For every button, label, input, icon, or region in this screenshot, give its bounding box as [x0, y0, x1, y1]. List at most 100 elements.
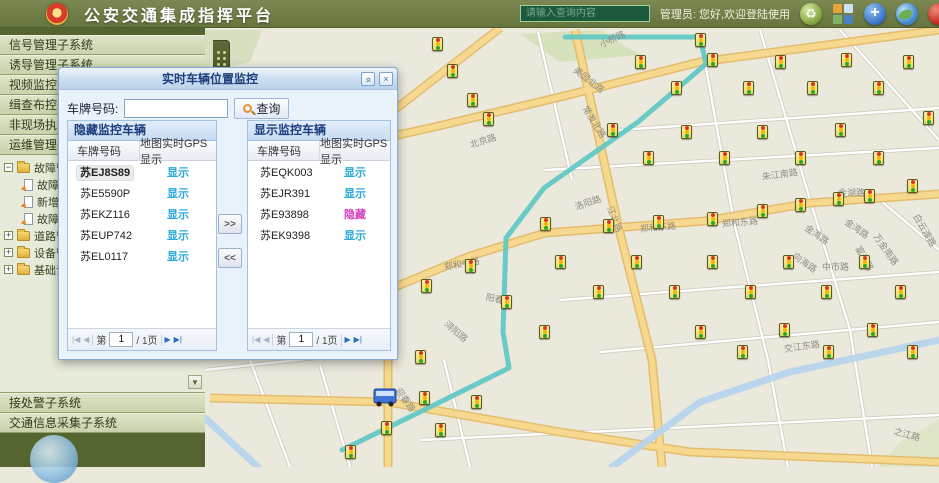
tree-expander-icon[interactable]: [4, 248, 13, 257]
traffic-light-icon[interactable]: [471, 395, 482, 409]
traffic-light-icon[interactable]: [867, 323, 878, 337]
traffic-light-icon[interactable]: [707, 53, 718, 67]
traffic-light-icon[interactable]: [345, 445, 356, 459]
gps-toggle-link[interactable]: 显示: [167, 209, 189, 221]
traffic-light-icon[interactable]: [745, 285, 756, 299]
last-page-button[interactable]: ▶|: [174, 335, 182, 344]
traffic-light-icon[interactable]: [695, 33, 706, 47]
exit-icon[interactable]: [928, 3, 939, 25]
traffic-light-icon[interactable]: [873, 81, 884, 95]
traffic-light-icon[interactable]: [539, 325, 550, 339]
traffic-light-icon[interactable]: [903, 55, 914, 69]
recycle-icon[interactable]: ♻: [800, 3, 822, 25]
traffic-light-icon[interactable]: [631, 255, 642, 269]
traffic-light-icon[interactable]: [833, 192, 844, 206]
gps-toggle-link[interactable]: 显示: [167, 230, 189, 242]
traffic-light-icon[interactable]: [669, 285, 680, 299]
traffic-light-icon[interactable]: [757, 125, 768, 139]
table-row[interactable]: 苏E93898 隐藏: [248, 203, 390, 224]
traffic-light-icon[interactable]: [681, 125, 692, 139]
traffic-light-icon[interactable]: [795, 198, 806, 212]
traffic-light-icon[interactable]: [635, 55, 646, 69]
traffic-light-icon[interactable]: [841, 53, 852, 67]
last-page-button[interactable]: ▶|: [354, 335, 362, 344]
plate-input[interactable]: [124, 99, 228, 118]
gps-toggle-link[interactable]: 显示: [344, 230, 366, 242]
traffic-light-icon[interactable]: [859, 255, 870, 269]
traffic-light-icon[interactable]: [835, 123, 846, 137]
traffic-light-icon[interactable]: [435, 423, 446, 437]
traffic-light-icon[interactable]: [807, 81, 818, 95]
scroll-down-arrow[interactable]: ▼: [188, 375, 202, 389]
first-page-button[interactable]: |◀: [72, 335, 80, 344]
prev-page-button[interactable]: ◀: [83, 335, 89, 344]
traffic-light-icon[interactable]: [823, 345, 834, 359]
traffic-light-icon[interactable]: [419, 391, 430, 405]
traffic-light-icon[interactable]: [864, 189, 875, 203]
traffic-light-icon[interactable]: [743, 81, 754, 95]
traffic-light-icon[interactable]: [757, 204, 768, 218]
gps-toggle-link[interactable]: 显示: [167, 167, 189, 179]
globe-icon[interactable]: [896, 3, 918, 25]
next-page-button[interactable]: ▶: [345, 335, 351, 344]
traffic-light-icon[interactable]: [447, 64, 458, 78]
traffic-light-icon[interactable]: [707, 212, 718, 226]
traffic-light-icon[interactable]: [483, 112, 494, 126]
first-page-button[interactable]: |◀: [252, 335, 260, 344]
sidebar-menu-item[interactable]: 交通信息采集子系统: [0, 413, 205, 433]
close-icon[interactable]: ×: [379, 72, 393, 86]
traffic-light-icon[interactable]: [907, 345, 918, 359]
traffic-light-icon[interactable]: [707, 255, 718, 269]
traffic-light-icon[interactable]: [795, 151, 806, 165]
traffic-light-icon[interactable]: [907, 179, 918, 193]
traffic-light-icon[interactable]: [465, 259, 476, 273]
tree-expander-icon[interactable]: [4, 163, 13, 172]
tree-expander-icon[interactable]: [4, 231, 13, 240]
layout-grid-icon[interactable]: [832, 3, 854, 25]
collapse-icon[interactable]: «: [361, 72, 375, 86]
sidebar-menu-item[interactable]: 接处警子系统: [0, 393, 205, 413]
traffic-light-icon[interactable]: [821, 285, 832, 299]
traffic-light-icon[interactable]: [779, 323, 790, 337]
traffic-light-icon[interactable]: [643, 151, 654, 165]
gps-toggle-link[interactable]: 显示: [167, 251, 189, 263]
traffic-light-icon[interactable]: [671, 81, 682, 95]
prev-page-button[interactable]: ◀: [263, 335, 269, 344]
gps-toggle-link[interactable]: 显示: [344, 188, 366, 200]
table-row[interactable]: 苏EK9398 显示: [248, 224, 390, 245]
move-right-button[interactable]: >>: [218, 214, 242, 234]
traffic-light-icon[interactable]: [895, 285, 906, 299]
add-icon[interactable]: +: [864, 3, 886, 25]
traffic-light-icon[interactable]: [923, 111, 934, 125]
table-row[interactable]: 苏EKZ116 显示: [68, 203, 216, 224]
traffic-light-icon[interactable]: [555, 255, 566, 269]
tree-expander-icon[interactable]: [4, 265, 13, 274]
move-left-button[interactable]: <<: [218, 248, 242, 268]
traffic-light-icon[interactable]: [467, 93, 478, 107]
traffic-light-icon[interactable]: [540, 217, 551, 231]
traffic-light-icon[interactable]: [607, 123, 618, 137]
traffic-light-icon[interactable]: [415, 350, 426, 364]
traffic-light-icon[interactable]: [432, 37, 443, 51]
traffic-light-icon[interactable]: [421, 279, 432, 293]
traffic-light-icon[interactable]: [695, 325, 706, 339]
table-row[interactable]: 苏EQK003 显示: [248, 161, 390, 182]
traffic-light-icon[interactable]: [775, 55, 786, 69]
table-row[interactable]: 苏E5590P 显示: [68, 182, 216, 203]
gps-toggle-link[interactable]: 显示: [344, 167, 366, 179]
traffic-light-icon[interactable]: [593, 285, 604, 299]
dialog-titlebar[interactable]: 实时车辆位置监控 « ×: [59, 68, 397, 90]
table-row[interactable]: 苏EJ8S89 显示: [68, 161, 216, 182]
sidebar-menu-item[interactable]: 信号管理子系统: [0, 35, 205, 55]
gps-toggle-link[interactable]: 显示: [167, 188, 189, 200]
table-row[interactable]: 苏EUP742 显示: [68, 224, 216, 245]
gps-toggle-link[interactable]: 隐藏: [344, 209, 366, 221]
traffic-light-icon[interactable]: [719, 151, 730, 165]
header-search-input[interactable]: [520, 5, 650, 22]
traffic-light-icon[interactable]: [653, 215, 664, 229]
traffic-light-icon[interactable]: [873, 151, 884, 165]
page-input[interactable]: [289, 332, 313, 347]
traffic-light-icon[interactable]: [737, 345, 748, 359]
traffic-light-icon[interactable]: [501, 295, 512, 309]
page-input[interactable]: [109, 332, 133, 347]
